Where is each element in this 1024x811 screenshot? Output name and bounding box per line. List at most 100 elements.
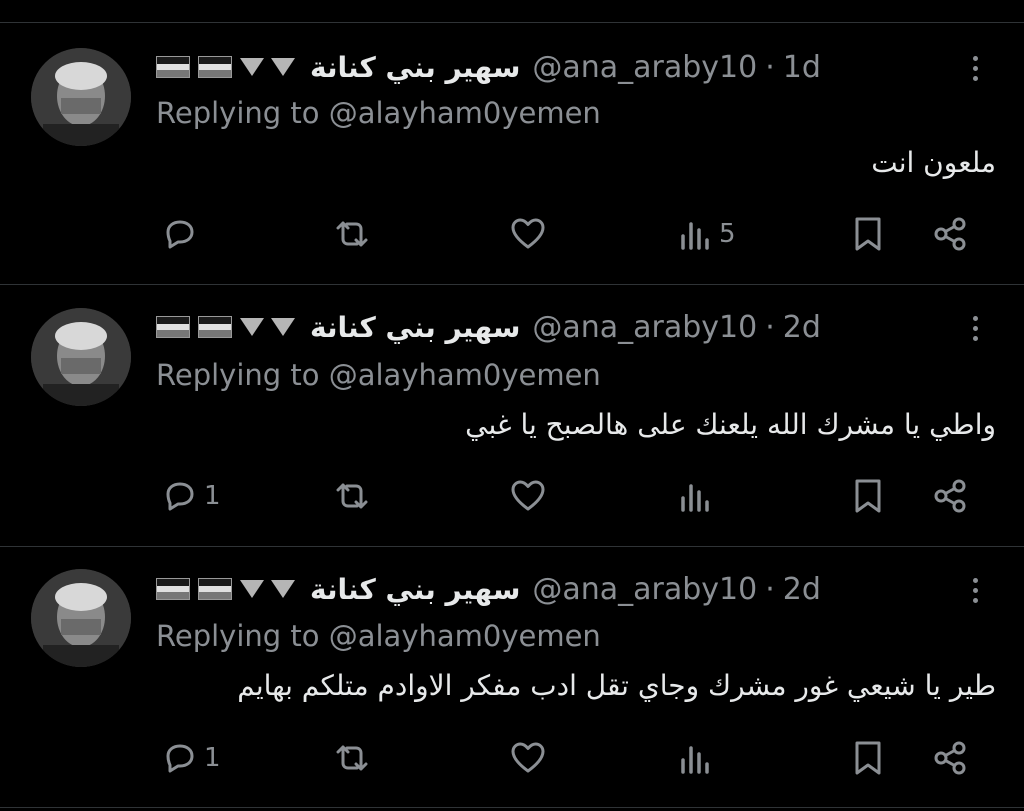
- avatar[interactable]: [31, 48, 131, 146]
- triangle-icon: [271, 58, 295, 76]
- share-icon: [934, 217, 966, 251]
- flag-icon: [156, 316, 190, 338]
- share-button[interactable]: [931, 471, 971, 521]
- replying-label: Replying to: [156, 358, 320, 392]
- heart-icon: [511, 218, 545, 249]
- avatar-photo: [31, 308, 131, 406]
- reply-icon: [166, 220, 194, 249]
- more-dot: [972, 325, 978, 331]
- avatar[interactable]: [31, 308, 131, 406]
- reply-button[interactable]: [160, 209, 204, 259]
- avatar-photo: [31, 48, 131, 146]
- tweet-reply[interactable]: سهير بني كنانة @ana_araby10 · 1d Replyin…: [0, 23, 1024, 285]
- share-button[interactable]: [931, 209, 971, 259]
- bookmark-icon: [855, 217, 881, 251]
- tweet-reply[interactable]: سهير بني كنانة @ana_araby10 · 2d Replyin…: [0, 547, 1024, 809]
- more-dot: [972, 335, 978, 341]
- tweet-text: طير يا شيعي غور مشرك وجاي تقل ادب مفكر ا…: [237, 669, 996, 702]
- tweet-header: سهير بني كنانة @ana_araby10 · 2d: [156, 569, 821, 609]
- views-count: 5: [719, 219, 736, 249]
- user-handle[interactable]: @ana_araby10: [532, 572, 757, 607]
- timestamp[interactable]: 2d: [783, 572, 821, 607]
- triangle-icon: [271, 318, 295, 336]
- more-options-button[interactable]: [960, 48, 990, 88]
- mention-link[interactable]: @alayham0yemen: [329, 619, 601, 653]
- bookmark-icon: [855, 741, 881, 775]
- more-vertical-icon: [972, 55, 978, 61]
- reply-button[interactable]: 1: [160, 471, 221, 521]
- flag-icon: [198, 578, 232, 600]
- views-chart-icon: [681, 484, 709, 512]
- more-dot: [972, 65, 978, 71]
- more-vertical-icon: [972, 315, 978, 321]
- retweet-button[interactable]: [332, 471, 372, 521]
- flag-icon: [198, 56, 232, 78]
- mention-link[interactable]: @alayham0yemen: [329, 96, 601, 130]
- triangle-icon: [240, 580, 264, 598]
- reply-icon: [166, 482, 194, 511]
- views-chart-icon: [681, 746, 709, 774]
- reply-icon: [166, 744, 194, 773]
- bookmark-button[interactable]: [848, 733, 888, 783]
- triangle-icon: [271, 580, 295, 598]
- views-button[interactable]: [675, 471, 719, 521]
- more-dot: [972, 597, 978, 603]
- retweet-button[interactable]: [332, 733, 372, 783]
- timestamp[interactable]: 2d: [783, 310, 821, 345]
- divider-bottom: [0, 807, 1024, 808]
- tweet-header: سهير بني كنانة @ana_araby10 · 2d: [156, 307, 821, 347]
- views-button[interactable]: [675, 733, 719, 783]
- like-button[interactable]: [508, 471, 548, 521]
- heart-icon: [511, 742, 545, 773]
- tweet-text: ملعون انت: [871, 146, 996, 179]
- flag-icon: [156, 578, 190, 600]
- bookmark-icon: [855, 479, 881, 513]
- like-button[interactable]: [508, 209, 548, 259]
- display-name[interactable]: سهير بني كنانة: [310, 573, 520, 606]
- bookmark-button[interactable]: [848, 209, 888, 259]
- retweet-button[interactable]: [332, 209, 372, 259]
- replying-label: Replying to: [156, 96, 320, 130]
- views-chart-icon: [681, 222, 709, 250]
- more-vertical-icon: [972, 577, 978, 583]
- replying-to: Replying to @alayham0yemen: [156, 358, 601, 392]
- triangle-icon: [240, 58, 264, 76]
- heart-icon: [511, 480, 545, 511]
- action-bar: 1: [0, 471, 1024, 521]
- more-dot: [972, 587, 978, 593]
- replying-to: Replying to @alayham0yemen: [156, 96, 601, 130]
- bookmark-button[interactable]: [848, 471, 888, 521]
- separator: ·: [765, 309, 775, 345]
- tweet-reply[interactable]: سهير بني كنانة @ana_araby10 · 2d Replyin…: [0, 285, 1024, 547]
- reply-button[interactable]: 1: [160, 733, 221, 783]
- more-options-button[interactable]: [960, 570, 990, 610]
- user-handle[interactable]: @ana_araby10: [532, 50, 757, 85]
- tweet-header: سهير بني كنانة @ana_araby10 · 1d: [156, 47, 821, 87]
- more-options-button[interactable]: [960, 308, 990, 348]
- reply-count: 1: [204, 743, 221, 773]
- display-name[interactable]: سهير بني كنانة: [310, 51, 520, 84]
- mention-link[interactable]: @alayham0yemen: [329, 358, 601, 392]
- display-name[interactable]: سهير بني كنانة: [310, 311, 520, 344]
- separator: ·: [765, 49, 775, 85]
- action-bar: 5: [0, 209, 1024, 259]
- replying-label: Replying to: [156, 619, 320, 653]
- views-button[interactable]: 5: [675, 209, 736, 259]
- avatar[interactable]: [31, 569, 131, 667]
- retweet-icon: [336, 221, 368, 247]
- user-handle[interactable]: @ana_araby10: [532, 310, 757, 345]
- share-icon: [934, 479, 966, 513]
- timestamp[interactable]: 1d: [783, 50, 821, 85]
- separator: ·: [765, 571, 775, 607]
- flag-icon: [156, 56, 190, 78]
- more-dot: [972, 75, 978, 81]
- like-button[interactable]: [508, 733, 548, 783]
- triangle-icon: [240, 318, 264, 336]
- retweet-icon: [336, 483, 368, 509]
- retweet-icon: [336, 745, 368, 771]
- flag-icon: [198, 316, 232, 338]
- tweet-text: واطي يا مشرك الله يلعنك على هالصبح يا غب…: [465, 408, 996, 441]
- share-button[interactable]: [931, 733, 971, 783]
- replying-to: Replying to @alayham0yemen: [156, 619, 601, 653]
- action-bar: 1: [0, 733, 1024, 783]
